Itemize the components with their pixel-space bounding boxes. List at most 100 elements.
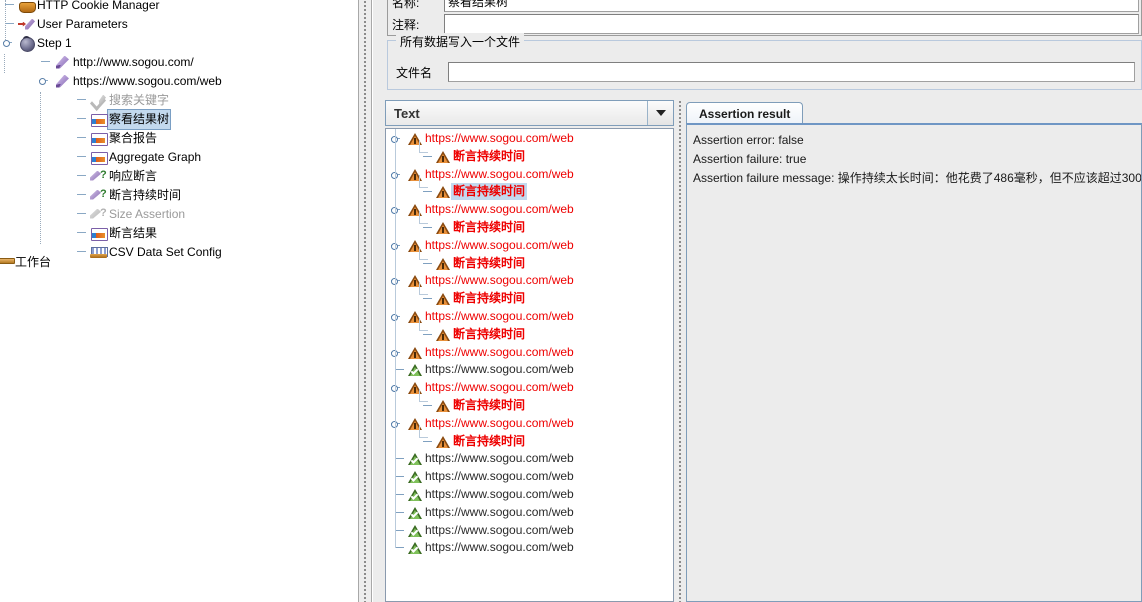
result-branch-connector (395, 526, 404, 535)
result-row-7[interactable]: 断言持续时间 (436, 255, 527, 272)
result-row-13[interactable]: https://www.sogou.com/web (408, 361, 576, 378)
splitter-grip (363, 0, 367, 602)
result-branch-connector (423, 223, 432, 232)
element-meta-box: 名称: 察看结果树 注释: (387, 0, 1142, 36)
result-branch-connector (423, 401, 432, 410)
result-row-label: https://www.sogou.com/web (425, 202, 574, 216)
filename-input[interactable] (448, 62, 1135, 82)
result-row-0[interactable]: https://www.sogou.com/web (408, 130, 576, 147)
warning-icon (436, 435, 451, 449)
tree-item-0[interactable]: HTTP Cookie Manager (18, 0, 162, 15)
result-row-label: 断言持续时间 (453, 149, 526, 163)
tree-item-12[interactable]: 断言结果 (90, 224, 159, 243)
result-row-5[interactable]: 断言持续时间 (436, 219, 527, 236)
renderer-select[interactable]: Text (385, 100, 674, 126)
sample-result-tree[interactable]: https://www.sogou.com/web 断言持续时间 https://w… (385, 128, 674, 602)
result-row-8[interactable]: https://www.sogou.com/web (408, 272, 576, 289)
aggregate-graph-icon (90, 150, 108, 166)
tree-expand-toggle[interactable] (39, 77, 48, 86)
tree-item-8[interactable]: Aggregate Graph (90, 148, 203, 167)
warning-icon (436, 257, 451, 271)
comment-input[interactable] (444, 14, 1139, 34)
result-child-elbow (419, 425, 428, 438)
result-row-16[interactable]: https://www.sogou.com/web (408, 415, 576, 432)
tree-item-7[interactable]: 聚合报告 (90, 129, 159, 148)
result-row-label: https://www.sogou.com/web (425, 469, 574, 483)
result-row-23[interactable]: https://www.sogou.com/web (408, 539, 576, 556)
test-plan-tree[interactable]: HTTP Cookie Manager User Parameters Step 1… (0, 0, 358, 602)
assertion-result-column: Assertion result Assertion error: false A… (686, 100, 1142, 602)
success-icon (408, 488, 423, 502)
result-branch-connector (423, 152, 432, 161)
tree-item-label: 搜索关键字 (109, 93, 170, 107)
tree-branch-connector (41, 58, 50, 67)
workbench-icon (0, 255, 15, 271)
result-row-9[interactable]: 断言持续时间 (436, 290, 527, 307)
result-row-label: https://www.sogou.com/web (425, 131, 574, 145)
tree-item-label: User Parameters (37, 17, 128, 31)
assertion-line-0: Assertion error: false (693, 133, 804, 147)
tree-item-13[interactable]: CSV Data Set Config (90, 243, 224, 262)
result-row-11[interactable]: 断言持续时间 (436, 326, 527, 343)
success-icon (408, 363, 423, 377)
chevron-down-icon[interactable] (647, 101, 673, 125)
result-child-elbow (419, 140, 428, 153)
result-child-elbow (419, 318, 428, 331)
result-row-10[interactable]: https://www.sogou.com/web (408, 308, 576, 325)
result-row-label: 断言持续时间 (451, 183, 528, 200)
tree-item-3[interactable]: http://www.sogou.com/ (54, 53, 196, 72)
tree-item-4[interactable]: https://www.sogou.com/web (54, 72, 224, 91)
warning-icon (436, 185, 451, 199)
renderer-selected-value: Text (394, 105, 420, 121)
result-row-17[interactable]: 断言持续时间 (436, 433, 527, 450)
result-row-20[interactable]: https://www.sogou.com/web (408, 486, 576, 503)
assertion-results-icon (90, 226, 108, 242)
response-assertion-icon (90, 169, 107, 185)
tree-item-10[interactable]: 断言持续时间 (90, 186, 183, 205)
result-branch-connector (395, 472, 404, 481)
tree-item-label: 聚合报告 (109, 131, 158, 145)
result-branch-connector (423, 437, 432, 446)
tree-branch-line-l3 (40, 92, 41, 244)
csv-data-set-config-icon (90, 245, 108, 261)
tab-label: Assertion result (699, 106, 791, 121)
result-row-label: https://www.sogou.com/web (425, 380, 574, 394)
name-input[interactable]: 察看结果树 (444, 0, 1139, 12)
tree-item-9[interactable]: 响应断言 (90, 167, 159, 186)
tree-item-6[interactable]: 察看结果树 (90, 109, 172, 130)
success-icon (408, 452, 423, 466)
result-row-18[interactable]: https://www.sogou.com/web (408, 450, 576, 467)
result-row-3[interactable]: 断言持续时间 (436, 183, 528, 200)
result-row-15[interactable]: 断言持续时间 (436, 397, 527, 414)
splitter-grip (678, 100, 682, 602)
result-row-22[interactable]: https://www.sogou.com/web (408, 522, 576, 539)
tree-item-1[interactable]: User Parameters (18, 15, 130, 34)
result-row-label: https://www.sogou.com/web (425, 505, 574, 519)
tree-item-11[interactable]: Size Assertion (90, 205, 187, 224)
result-row-14[interactable]: https://www.sogou.com/web (408, 379, 576, 396)
tree-item-label: HTTP Cookie Manager (37, 0, 160, 12)
result-row-label: https://www.sogou.com/web (425, 362, 574, 376)
main-vertical-splitter[interactable] (358, 0, 372, 602)
workbench-node[interactable]: 工作台 (0, 253, 53, 272)
tree-item-2[interactable]: Step 1 (18, 34, 74, 53)
tree-item-label: CSV Data Set Config (109, 245, 222, 259)
result-row-label: 断言持续时间 (453, 327, 526, 341)
tree-item-5[interactable]: 搜索关键字 (90, 91, 171, 110)
result-branch-connector (423, 187, 432, 196)
results-column: Text https://www.sogou.com/web 断言持续时间 http… (385, 100, 674, 602)
tree-item-label: 察看结果树 (107, 109, 172, 130)
tab-assertion-result[interactable]: Assertion result (686, 102, 804, 124)
tree-item-label: http://www.sogou.com/ (73, 55, 194, 69)
result-row-19[interactable]: https://www.sogou.com/web (408, 468, 576, 485)
result-row-6[interactable]: https://www.sogou.com/web (408, 237, 576, 254)
result-row-1[interactable]: 断言持续时间 (436, 148, 527, 165)
tree-branch-connector (5, 1, 14, 10)
tree-branch-connector (77, 96, 86, 105)
result-row-4[interactable]: https://www.sogou.com/web (408, 201, 576, 218)
result-row-2[interactable]: https://www.sogou.com/web (408, 166, 576, 183)
tree-expand-toggle[interactable] (3, 39, 12, 48)
result-row-21[interactable]: https://www.sogou.com/web (408, 504, 576, 521)
inner-vertical-splitter[interactable] (674, 100, 686, 602)
result-row-12[interactable]: https://www.sogou.com/web (408, 344, 576, 361)
